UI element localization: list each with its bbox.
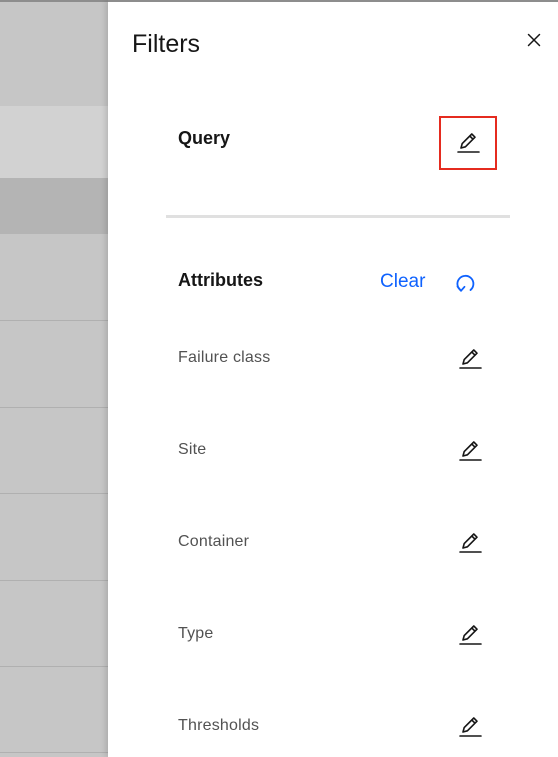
attributes-title: Attributes (178, 270, 263, 290)
attribute-row-container: Container (178, 533, 498, 563)
section-divider (166, 215, 510, 218)
attribute-row-thresholds: Thresholds (178, 717, 498, 747)
query-edit-button[interactable] (439, 116, 497, 170)
attribute-label: Thresholds (178, 717, 260, 734)
pencil-icon (459, 533, 482, 553)
background-row-divider (0, 752, 108, 753)
edit-type-button[interactable] (454, 619, 486, 651)
background-row-divider (0, 493, 108, 494)
attribute-label: Type (178, 625, 214, 642)
attribute-row-failure-class: Failure class (178, 349, 498, 379)
pencil-icon (459, 717, 482, 737)
attribute-label: Failure class (178, 349, 271, 366)
query-label: Query (178, 128, 231, 148)
edit-container-button[interactable] (454, 527, 486, 559)
close-icon (527, 33, 541, 47)
edit-failure-class-button[interactable] (454, 343, 486, 375)
background-row-divider (0, 407, 108, 408)
edit-thresholds-button[interactable] (454, 711, 486, 743)
background-row-divider (0, 666, 108, 667)
reset-attributes-button[interactable] (450, 268, 480, 298)
attribute-label: Container (178, 533, 250, 550)
pencil-icon (459, 625, 482, 645)
close-button[interactable] (520, 26, 548, 54)
background-row-divider (0, 580, 108, 581)
filters-panel: Filters Query Attributes Clear Failure c… (108, 0, 558, 757)
attribute-row-site: Site (178, 441, 498, 471)
reset-icon (456, 274, 475, 292)
background-table-row (0, 106, 108, 178)
clear-attributes-link[interactable]: Clear (380, 271, 425, 293)
pencil-icon (459, 441, 482, 461)
background-row-divider (0, 320, 108, 321)
page-backdrop-overlay[interactable] (0, 0, 108, 757)
app-root: Filters Query Attributes Clear Failure c… (0, 0, 558, 757)
attribute-row-type: Type (178, 625, 498, 655)
pencil-icon (459, 349, 482, 369)
pencil-icon (457, 133, 480, 153)
attribute-label: Site (178, 441, 207, 458)
background-table-row-selected (0, 178, 108, 234)
panel-title: Filters (132, 30, 201, 58)
edit-site-button[interactable] (454, 435, 486, 467)
